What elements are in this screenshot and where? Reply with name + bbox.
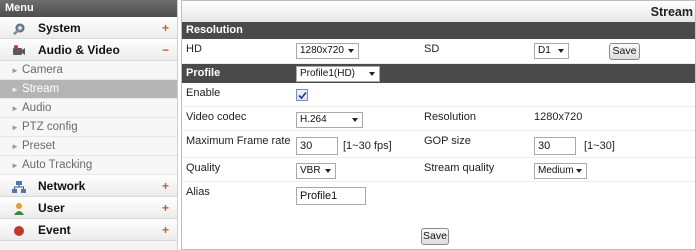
profile-save-button[interactable]: Save bbox=[421, 228, 449, 245]
video-codec-value: H.264 bbox=[300, 114, 327, 125]
collapse-icon[interactable]: − bbox=[162, 39, 169, 61]
gop-size-label: GOP size bbox=[424, 135, 471, 147]
video-codec-row: Video codec H.264 Resolution 1280x720 bbox=[182, 107, 695, 131]
quality-label: Quality bbox=[186, 162, 221, 174]
chevron-down-icon bbox=[576, 169, 582, 173]
sub-item-label: Audio bbox=[22, 102, 52, 114]
main-panel: Stream Resolution HD 1280x720 SD D1 Save… bbox=[181, 0, 696, 250]
resolution-section-header: Resolution bbox=[182, 22, 695, 39]
quality-select[interactable]: VBR bbox=[296, 163, 336, 179]
menu-item-event-label: Event bbox=[38, 223, 71, 237]
sub-item-label: PTZ config bbox=[22, 121, 78, 133]
alias-label: Alias bbox=[186, 186, 210, 198]
camera-icon bbox=[12, 43, 26, 57]
video-codec-label: Video codec bbox=[186, 111, 247, 123]
gop-size-input[interactable]: 30 bbox=[534, 137, 576, 155]
max-frame-rate-range: [1~30 fps] bbox=[343, 140, 392, 152]
sub-item-auto-tracking[interactable]: ► Auto Tracking bbox=[0, 156, 177, 175]
chevron-right-icon: ► bbox=[11, 104, 19, 113]
chevron-down-icon bbox=[558, 49, 564, 53]
network-icon bbox=[12, 179, 26, 193]
expand-icon[interactable]: + bbox=[162, 197, 169, 219]
video-codec-select[interactable]: H.264 bbox=[296, 112, 363, 128]
resolution-row: HD 1280x720 SD D1 Save bbox=[182, 39, 695, 64]
resolution-value: 1280x720 bbox=[534, 111, 583, 123]
profile-section-title: Profile bbox=[186, 67, 221, 79]
menu-item-audio-video-label: Audio & Video bbox=[38, 43, 120, 57]
expand-icon[interactable]: + bbox=[162, 219, 169, 241]
chevron-down-icon bbox=[352, 118, 358, 122]
sub-item-label: Camera bbox=[22, 64, 63, 76]
chevron-right-icon: ► bbox=[11, 66, 19, 75]
menu-item-user[interactable]: User + bbox=[0, 197, 177, 219]
alias-row: Alias Profile1 bbox=[182, 182, 695, 207]
menu-item-audio-video[interactable]: Audio & Video − bbox=[0, 39, 177, 61]
chevron-right-icon: ► bbox=[11, 123, 19, 132]
frame-rate-row: Maximum Frame rate 30 [1~30 fps] GOP siz… bbox=[182, 131, 695, 158]
sub-item-stream[interactable]: ► Stream bbox=[0, 80, 177, 99]
chevron-down-icon bbox=[348, 49, 354, 53]
chevron-right-icon: ► bbox=[11, 161, 19, 170]
stream-quality-value: Medium bbox=[538, 165, 574, 176]
quality-value: VBR bbox=[300, 165, 321, 176]
chevron-down-icon bbox=[369, 72, 375, 76]
resolution-save-button[interactable]: Save bbox=[609, 43, 640, 60]
sub-item-preset[interactable]: ► Preset bbox=[0, 137, 177, 156]
stream-settings: Resolution HD 1280x720 SD D1 Save Profil… bbox=[181, 22, 696, 250]
quality-row: Quality VBR Stream quality Medium bbox=[182, 158, 695, 182]
chevron-right-icon: ► bbox=[11, 142, 19, 151]
menu-item-user-label: User bbox=[38, 201, 65, 215]
max-frame-rate-label: Maximum Frame rate bbox=[186, 135, 291, 147]
wrench-gear-icon bbox=[12, 21, 26, 36]
sub-item-label: Preset bbox=[22, 140, 56, 152]
profile-section-header: Profile Profile1(HD) bbox=[182, 64, 695, 83]
max-frame-rate-input[interactable]: 30 bbox=[296, 137, 338, 155]
profile-select[interactable]: Profile1(HD) bbox=[296, 66, 380, 82]
sub-item-label: Stream bbox=[22, 83, 60, 95]
enable-label: Enable bbox=[186, 87, 221, 99]
alias-input[interactable]: Profile1 bbox=[296, 187, 366, 205]
menu-header: Menu bbox=[0, 0, 177, 17]
menu-item-system-label: System bbox=[38, 21, 81, 35]
audio-video-submenu: ► Camera ► Stream ► Audio ► PTZ config ► Pres… bbox=[0, 61, 177, 175]
enable-row: Enable bbox=[182, 83, 695, 107]
expand-icon[interactable]: + bbox=[162, 17, 169, 39]
checkmark-icon bbox=[298, 91, 307, 100]
page-title: Stream bbox=[181, 0, 696, 22]
expand-icon[interactable]: + bbox=[162, 175, 169, 197]
sub-item-ptz-config[interactable]: ► PTZ config bbox=[0, 118, 177, 137]
sub-item-camera[interactable]: ► Camera bbox=[0, 61, 177, 80]
menu-item-system[interactable]: System + bbox=[0, 17, 177, 39]
sub-item-audio[interactable]: ► Audio bbox=[0, 99, 177, 118]
resolution-label: Resolution bbox=[424, 111, 476, 123]
sd-label: SD bbox=[424, 43, 440, 55]
sd-resolution-value: D1 bbox=[538, 45, 551, 56]
stream-quality-select[interactable]: Medium bbox=[534, 163, 587, 179]
chevron-right-icon: ► bbox=[11, 85, 19, 94]
sd-resolution-select[interactable]: D1 bbox=[534, 43, 569, 59]
event-icon bbox=[12, 223, 26, 237]
sub-item-label: Auto Tracking bbox=[22, 159, 93, 171]
menu-item-network-label: Network bbox=[38, 179, 86, 193]
hd-resolution-value: 1280x720 bbox=[300, 45, 344, 56]
user-icon bbox=[12, 201, 26, 215]
stream-quality-label: Stream quality bbox=[424, 162, 495, 174]
menu-item-event[interactable]: Event + bbox=[0, 219, 177, 241]
menu-item-network[interactable]: Network + bbox=[0, 175, 177, 197]
sidebar-menu: Menu System + Audio & Video − ► Camera ► S… bbox=[0, 0, 178, 250]
hd-resolution-select[interactable]: 1280x720 bbox=[296, 43, 359, 59]
profile-value: Profile1(HD) bbox=[300, 68, 356, 79]
hd-label: HD bbox=[186, 43, 202, 55]
gop-size-range: [1~30] bbox=[584, 140, 615, 152]
enable-checkbox[interactable] bbox=[296, 89, 308, 101]
chevron-down-icon bbox=[325, 169, 331, 173]
